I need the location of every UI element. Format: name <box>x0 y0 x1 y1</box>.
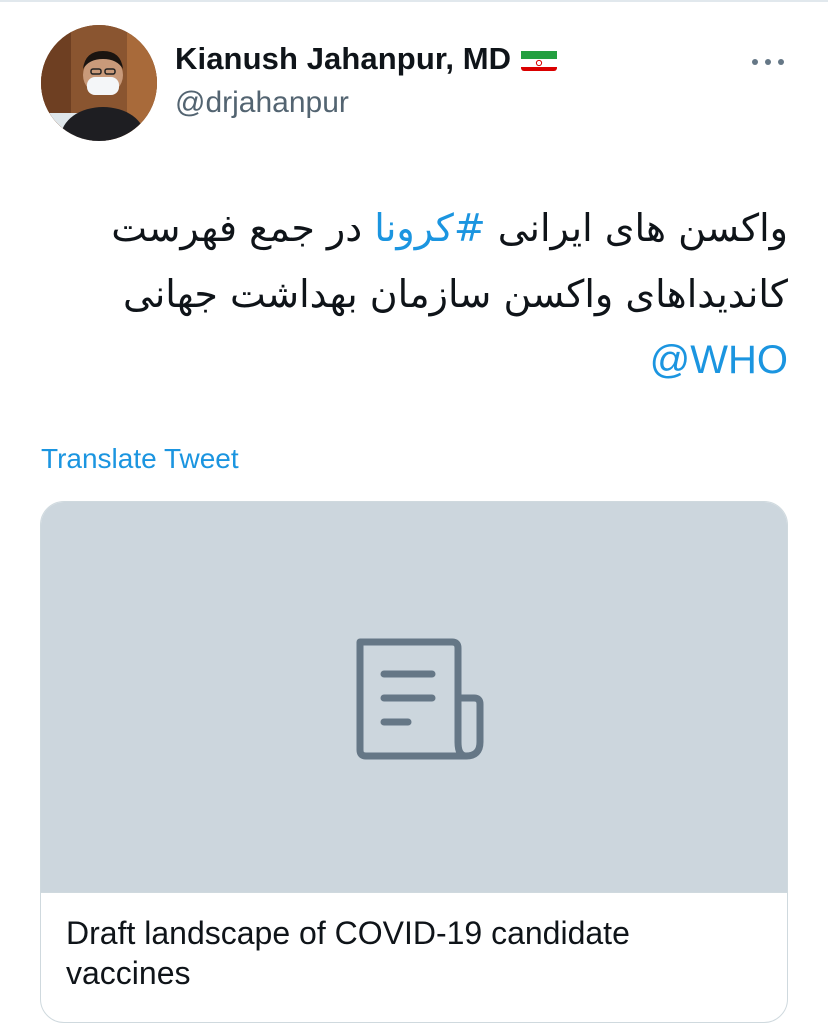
more-options-button[interactable] <box>748 50 788 74</box>
card-title: Draft landscape of COVID-19 candidate va… <box>66 915 630 991</box>
link-preview-card[interactable]: Draft landscape of COVID-19 candidate va… <box>40 501 788 1023</box>
mention-link[interactable]: @WHO <box>41 327 788 393</box>
display-name-text: Kianush Jahanpur, MD <box>175 41 512 76</box>
author-avatar[interactable] <box>41 25 157 141</box>
more-dots-icon <box>752 59 784 65</box>
tweet-text: واکسن های ایرانی #کرونا در جمع فهرست کان… <box>41 195 788 393</box>
iran-flag-icon <box>521 47 558 71</box>
avatar-image <box>41 25 157 141</box>
hashtag-link[interactable]: #کرونا <box>374 206 485 250</box>
card-body: Draft landscape of COVID-19 candidate va… <box>41 892 787 1022</box>
author-display-name[interactable]: Kianush Jahanpur, MD <box>175 41 558 77</box>
article-document-icon <box>356 638 484 760</box>
top-divider <box>0 0 828 2</box>
card-media <box>41 502 787 892</box>
translate-tweet-link[interactable]: Translate Tweet <box>41 443 239 475</box>
tweet-text-part1: واکسن های ایرانی <box>485 206 788 250</box>
author-handle[interactable]: @drjahanpur <box>175 86 349 120</box>
